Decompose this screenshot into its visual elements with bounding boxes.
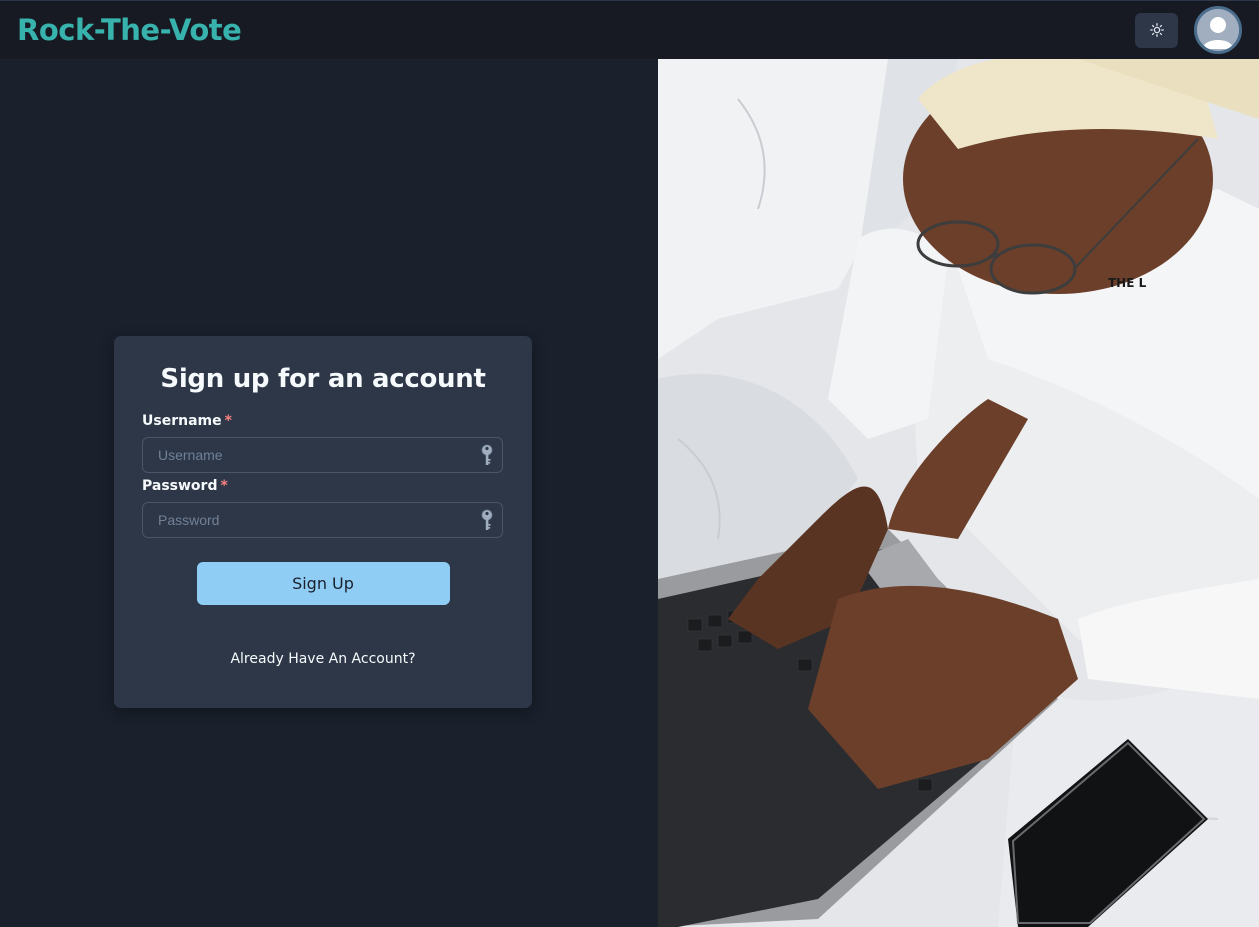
password-field-wrapper (142, 502, 503, 538)
theme-toggle-button[interactable] (1135, 12, 1178, 48)
password-required-mark: * (220, 478, 228, 494)
password-label: Password * (142, 478, 504, 494)
username-input[interactable] (142, 437, 503, 473)
username-label-text: Username (142, 413, 222, 429)
key-icon (481, 509, 493, 530)
hero-photo-illustration: THE L (658, 59, 1259, 927)
form-pane: Sign up for an account Username* Passwor… (0, 59, 658, 927)
sign-up-button[interactable]: Sign Up (196, 562, 450, 605)
username-field-wrapper (142, 437, 503, 473)
main-content: Sign up for an account Username* Passwor… (0, 59, 1259, 927)
sun-icon (1149, 23, 1164, 37)
password-input[interactable] (142, 502, 503, 538)
login-switch-link[interactable]: Already Have An Account? (142, 651, 504, 667)
signup-card: Sign up for an account Username* Passwor… (114, 336, 532, 708)
top-navbar: Rock-The-Vote (0, 0, 1259, 59)
hero-photo: THE L (658, 59, 1259, 927)
key-icon (481, 444, 493, 465)
brand-logo[interactable]: Rock-The-Vote (17, 13, 242, 47)
password-label-text: Password (142, 478, 218, 494)
user-avatar-button[interactable] (1194, 6, 1242, 54)
submit-row: Sign Up (142, 562, 504, 605)
sweatshirt-print: THE L (1108, 276, 1147, 290)
user-avatar-icon (1197, 9, 1239, 51)
username-required-mark: * (224, 413, 232, 429)
signup-title: Sign up for an account (160, 364, 486, 394)
navbar-actions (1135, 6, 1242, 54)
username-label: Username * (142, 413, 504, 429)
